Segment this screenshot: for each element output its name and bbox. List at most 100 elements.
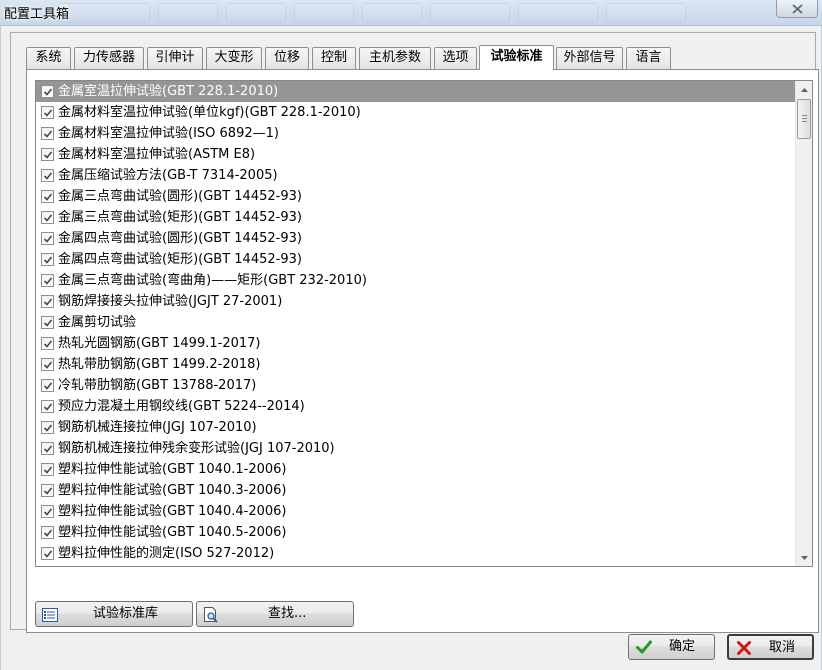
standard-checkbox[interactable] bbox=[41, 253, 54, 266]
checkmark-icon bbox=[43, 277, 53, 285]
standard-checkbox[interactable] bbox=[41, 148, 54, 161]
grip-line bbox=[802, 115, 807, 116]
standard-list-item[interactable]: 金属室温拉伸试验(GBT 228.1-2010) bbox=[36, 81, 796, 102]
standard-label: 热轧光圆钢筋(GBT 1499.1-2017) bbox=[58, 336, 261, 351]
standard-list-item[interactable]: 热轧带肋钢筋(GBT 1499.2-2018) bbox=[36, 354, 796, 375]
ok-button-label: 确定 bbox=[669, 639, 696, 654]
standard-checkbox[interactable] bbox=[41, 379, 54, 392]
standard-label: 金属三点弯曲试验(弯曲角)——矩形(GBT 232-2010) bbox=[58, 273, 367, 288]
standard-checkbox[interactable] bbox=[41, 421, 54, 434]
standard-list-item[interactable]: 塑料拉伸性能的测定(ISO 527-2012) bbox=[36, 543, 796, 564]
tab-host-params[interactable]: 主机参数 bbox=[359, 47, 431, 69]
standard-checkbox[interactable] bbox=[41, 337, 54, 350]
config-group-frame: 系统 力传感器 引伸计 大变形 位移 控制 主机参数 选项 试验标准 外部信号 … bbox=[10, 32, 819, 633]
standard-label: 金属三点弯曲试验(圆形)(GBT 14452-93) bbox=[58, 189, 302, 204]
standard-checkbox[interactable] bbox=[41, 505, 54, 518]
cancel-button[interactable]: 取消 bbox=[727, 634, 814, 660]
standard-checkbox[interactable] bbox=[41, 211, 54, 224]
standard-checkbox[interactable] bbox=[41, 190, 54, 203]
standard-list-item[interactable]: 金属材料室温拉伸试验(单位kgf)(GBT 228.1-2010) bbox=[36, 102, 796, 123]
standard-checkbox[interactable] bbox=[41, 547, 54, 560]
find-document-icon bbox=[203, 607, 219, 632]
standard-label: 金属三点弯曲试验(矩形)(GBT 14452-93) bbox=[58, 210, 302, 225]
checkmark-icon bbox=[43, 193, 53, 201]
standard-label: 金属四点弯曲试验(矩形)(GBT 14452-93) bbox=[58, 252, 302, 267]
tab-external-signal[interactable]: 外部信号 bbox=[556, 47, 623, 69]
standard-checkbox[interactable] bbox=[41, 358, 54, 371]
tab-displacement[interactable]: 位移 bbox=[265, 47, 309, 69]
close-button[interactable] bbox=[776, 0, 818, 18]
scroll-up-button[interactable] bbox=[796, 81, 812, 98]
standard-label: 金属材料室温拉伸试验(ASTM E8) bbox=[58, 147, 256, 162]
standard-checkbox[interactable] bbox=[41, 484, 54, 497]
standard-list-item[interactable]: 钢筋机械连接拉伸残余变形试验(JGJ 107-2010) bbox=[36, 438, 796, 459]
background-blur bbox=[606, 3, 686, 23]
standard-label: 冷轧带肋钢筋(GBT 13788-2017) bbox=[58, 378, 257, 393]
tab-system[interactable]: 系统 bbox=[26, 47, 71, 69]
standard-label: 热轧带肋钢筋(GBT 1499.2-2018) bbox=[58, 357, 261, 372]
standard-label: 钢筋机械连接拉伸残余变形试验(JGJ 107-2010) bbox=[58, 441, 335, 456]
standard-checkbox[interactable] bbox=[41, 274, 54, 287]
checkmark-icon bbox=[43, 550, 53, 558]
tab-force-sensor[interactable]: 力传感器 bbox=[74, 47, 144, 69]
find-button-label: 查找... bbox=[268, 606, 307, 621]
standard-checkbox[interactable] bbox=[41, 169, 54, 182]
standard-list-item[interactable]: 冷轧带肋钢筋(GBT 13788-2017) bbox=[36, 375, 796, 396]
checkmark-icon bbox=[43, 235, 53, 243]
standard-list-item[interactable]: 预应力混凝土用钢绞线(GBT 5224--2014) bbox=[36, 396, 796, 417]
standard-list-item[interactable]: 金属三点弯曲试验(圆形)(GBT 14452-93) bbox=[36, 186, 796, 207]
standard-list-item[interactable]: 塑料拉伸性能试验(GBT 1040.4-2006) bbox=[36, 501, 796, 522]
standard-list-item[interactable]: 钢筋焊接接头拉伸试验(JGJT 27-2001) bbox=[36, 291, 796, 312]
standard-checkbox[interactable] bbox=[41, 526, 54, 539]
standard-checkbox[interactable] bbox=[41, 400, 54, 413]
standard-list-item[interactable]: 塑料拉伸性能试验(GBT 1040.3-2006) bbox=[36, 480, 796, 501]
standard-checkbox[interactable] bbox=[41, 295, 54, 308]
standard-checkbox[interactable] bbox=[41, 232, 54, 245]
standard-label: 金属压缩试验方法(GB-T 7314-2005) bbox=[58, 168, 278, 183]
ok-button[interactable]: 确定 bbox=[628, 634, 715, 660]
standard-list-item[interactable]: 金属剪切试验 bbox=[36, 312, 796, 333]
standards-list[interactable]: 金属室温拉伸试验(GBT 228.1-2010) 金属材料室温拉伸试验(单位kgf… bbox=[35, 80, 813, 567]
checkmark-icon bbox=[43, 319, 53, 327]
tab-panel-test-standards: 金属室温拉伸试验(GBT 228.1-2010) 金属材料室温拉伸试验(单位kgf… bbox=[26, 69, 819, 633]
vertical-scrollbar[interactable] bbox=[795, 81, 812, 566]
tab-extensometer[interactable]: 引伸计 bbox=[147, 47, 203, 69]
standard-list-item[interactable]: 塑料拉伸性能试验(GBT 1040.1-2006) bbox=[36, 459, 796, 480]
standard-label: 塑料拉伸性能试验(GBT 1040.3-2006) bbox=[58, 483, 287, 498]
standards-list-items: 金属室温拉伸试验(GBT 228.1-2010) 金属材料室温拉伸试验(单位kgf… bbox=[36, 81, 796, 564]
scroll-down-button[interactable] bbox=[796, 549, 812, 566]
standard-list-item[interactable]: 金属三点弯曲试验(矩形)(GBT 14452-93) bbox=[36, 207, 796, 228]
tab-large-deformation[interactable]: 大变形 bbox=[206, 47, 262, 69]
tab-control[interactable]: 控制 bbox=[312, 47, 356, 69]
standards-library-button[interactable]: 试验标准库 bbox=[35, 601, 193, 627]
standard-list-item[interactable]: 金属材料室温拉伸试验(ASTM E8) bbox=[36, 144, 796, 165]
standard-list-item[interactable]: 金属压缩试验方法(GB-T 7314-2005) bbox=[36, 165, 796, 186]
standard-checkbox[interactable] bbox=[41, 85, 54, 98]
standard-checkbox[interactable] bbox=[41, 463, 54, 476]
find-button[interactable]: 查找... bbox=[196, 601, 354, 627]
standard-checkbox[interactable] bbox=[41, 127, 54, 140]
standard-list-item[interactable]: 热轧光圆钢筋(GBT 1499.1-2017) bbox=[36, 333, 796, 354]
tab-language[interactable]: 语言 bbox=[626, 47, 671, 69]
window-title: 配置工具箱 bbox=[4, 7, 70, 22]
checkmark-icon bbox=[43, 172, 53, 180]
standard-list-item[interactable]: 金属三点弯曲试验(弯曲角)——矩形(GBT 232-2010) bbox=[36, 270, 796, 291]
checkmark-icon bbox=[43, 529, 53, 537]
scroll-thumb[interactable] bbox=[797, 99, 811, 139]
standard-list-item[interactable]: 塑料拉伸性能试验(GBT 1040.5-2006) bbox=[36, 522, 796, 543]
close-icon bbox=[791, 3, 803, 14]
standard-label: 塑料拉伸性能试验(GBT 1040.1-2006) bbox=[58, 462, 287, 477]
tab-options[interactable]: 选项 bbox=[434, 47, 477, 69]
grip-line bbox=[802, 118, 807, 119]
checkmark-icon bbox=[43, 445, 53, 453]
standard-checkbox[interactable] bbox=[41, 442, 54, 455]
standard-checkbox[interactable] bbox=[41, 316, 54, 329]
standard-label: 塑料拉伸性能试验(GBT 1040.5-2006) bbox=[58, 525, 287, 540]
standard-list-item[interactable]: 金属材料室温拉伸试验(ISO 6892—1) bbox=[36, 123, 796, 144]
tab-test-standards[interactable]: 试验标准 bbox=[479, 45, 554, 70]
standard-label: 塑料拉伸性能的测定(ISO 527-2012) bbox=[58, 546, 275, 561]
standard-list-item[interactable]: 金属四点弯曲试验(矩形)(GBT 14452-93) bbox=[36, 249, 796, 270]
standard-list-item[interactable]: 金属四点弯曲试验(圆形)(GBT 14452-93) bbox=[36, 228, 796, 249]
standard-list-item[interactable]: 钢筋机械连接拉伸(JGJ 107-2010) bbox=[36, 417, 796, 438]
standard-checkbox[interactable] bbox=[41, 106, 54, 119]
